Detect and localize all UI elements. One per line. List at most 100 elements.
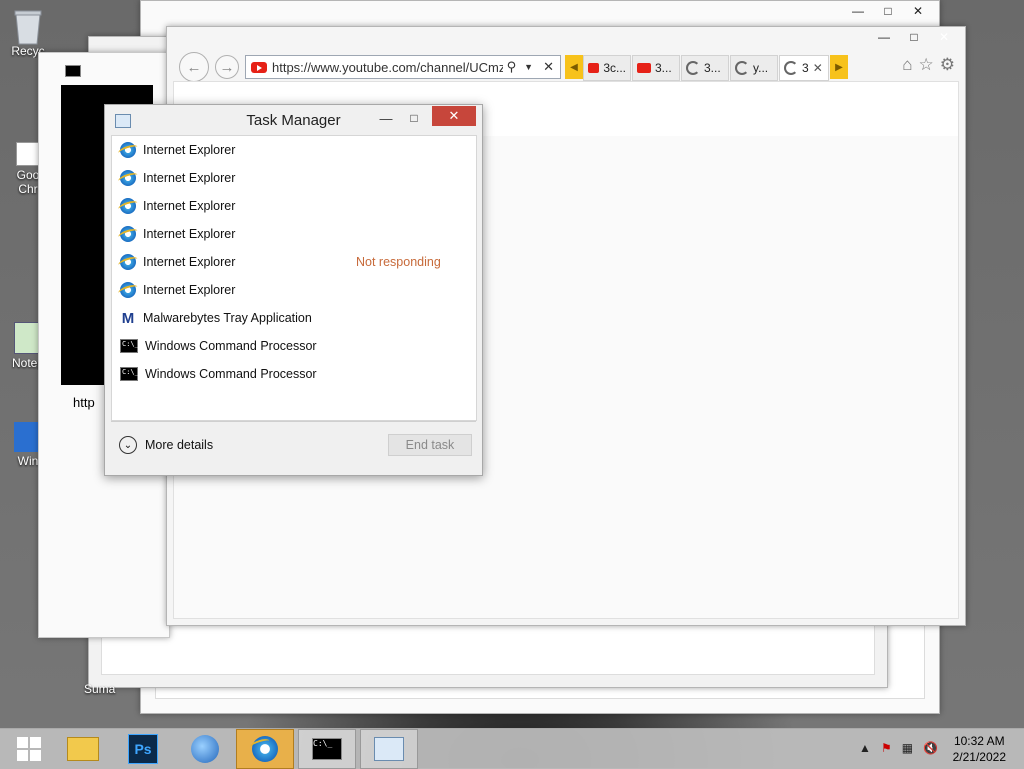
tab-active[interactable]: 3 ✕: [779, 55, 829, 81]
maximize-button[interactable]: □: [402, 108, 426, 128]
network-icon[interactable]: ▦: [902, 741, 913, 755]
process-name: Internet Explorer: [143, 255, 236, 269]
back-button[interactable]: ←: [179, 52, 209, 82]
minimize-button[interactable]: —: [374, 108, 398, 128]
youtube-icon: [251, 61, 267, 73]
favorites-icon[interactable]: ☆: [919, 55, 934, 75]
ie-icon: [120, 142, 136, 158]
back-arrow-icon: ←: [186, 58, 202, 76]
chevron-down-icon: ⌄: [119, 436, 137, 454]
process-name: Internet Explorer: [143, 199, 236, 213]
volume-muted-icon[interactable]: 🔇: [923, 741, 938, 755]
process-row[interactable]: Internet Explorer: [112, 276, 474, 304]
notepad-icon: [14, 322, 40, 354]
toolbar-icons: ⌂ ☆ ⚙: [902, 55, 955, 75]
process-row[interactable]: Windows Command Processor: [112, 332, 474, 360]
window-controls: — □ ✕: [869, 27, 959, 47]
console-text-fragment: http: [73, 395, 95, 410]
cmd-icon: C:\_: [312, 738, 342, 760]
mail-client-icon: [191, 735, 219, 763]
desktop-icon-recycle-bin[interactable]: Recyc: [0, 6, 58, 58]
process-name: Internet Explorer: [143, 283, 236, 297]
process-name: Internet Explorer: [143, 227, 236, 241]
cmd-icon: [120, 367, 139, 381]
ie-icon: [120, 226, 136, 242]
taskbar-internet-explorer[interactable]: [236, 729, 294, 769]
tab[interactable]: y...: [730, 55, 778, 81]
taskbar: Ps C:\_ ▲ ⚑ ▦ 🔇 10:32 AM 2/21/2022: [0, 728, 1024, 769]
end-task-button[interactable]: End task: [388, 434, 472, 456]
start-button[interactable]: [0, 729, 58, 769]
more-details-button[interactable]: ⌄ More details: [119, 436, 213, 454]
taskbar-clock[interactable]: 10:32 AM 2/21/2022: [953, 733, 1006, 765]
stop-icon[interactable]: ✕: [543, 59, 554, 75]
app-icon: [14, 422, 38, 452]
youtube-icon: [588, 63, 600, 73]
youtube-icon: [637, 63, 651, 73]
search-icon[interactable]: ⚲: [507, 59, 517, 75]
window-controls: — □ ✕: [843, 1, 933, 21]
close-button[interactable]: ✕: [929, 27, 959, 47]
tab[interactable]: 3...: [632, 55, 680, 81]
tab-label: 3c...: [603, 61, 626, 75]
taskbar-thunderbird[interactable]: [176, 729, 234, 769]
close-button[interactable]: ✕: [432, 106, 476, 126]
process-row[interactable]: Internet Explorer: [112, 220, 474, 248]
tab-label: 3: [802, 61, 809, 75]
title-bar[interactable]: Task Manager — □ ✕: [105, 105, 482, 135]
minimize-button[interactable]: —: [869, 27, 899, 47]
process-list[interactable]: Internet Explorer Internet Explorer Inte…: [111, 135, 477, 421]
shortcut-icon: [16, 142, 40, 166]
tab[interactable]: 3...: [681, 55, 729, 81]
address-text[interactable]: https://www.youtube.com/channel/UCmzAl: [272, 60, 503, 75]
folder-icon: [67, 737, 99, 761]
home-icon[interactable]: ⌂: [902, 55, 912, 75]
show-hidden-icons-icon[interactable]: ▲: [859, 741, 871, 755]
task-manager-window[interactable]: Task Manager — □ ✕ Internet Explorer Int…: [104, 104, 483, 476]
photoshop-icon: Ps: [128, 734, 158, 764]
process-row[interactable]: Internet Explorer Not responding: [112, 248, 474, 276]
ie-icon: [120, 282, 136, 298]
address-bar[interactable]: https://www.youtube.com/channel/UCmzAl ⚲…: [245, 55, 561, 79]
settings-gear-icon[interactable]: ⚙: [940, 55, 955, 75]
tab-scroll-left-button[interactable]: ◀: [565, 55, 583, 79]
process-status-not-responding: Not responding: [356, 255, 441, 269]
loading-icon: [784, 61, 798, 75]
minimize-button[interactable]: —: [843, 1, 873, 21]
maximize-button[interactable]: □: [899, 27, 929, 47]
maximize-button[interactable]: □: [873, 1, 903, 21]
taskbar-command-prompt[interactable]: C:\_: [298, 729, 356, 769]
clock-date: 2/21/2022: [952, 750, 1006, 764]
process-row[interactable]: Internet Explorer: [112, 164, 474, 192]
loading-icon: [686, 61, 700, 75]
tab[interactable]: 3c...: [583, 55, 631, 81]
dropdown-icon[interactable]: ▼: [524, 62, 533, 72]
process-row[interactable]: Internet Explorer: [112, 136, 474, 164]
process-row[interactable]: Internet Explorer: [112, 192, 474, 220]
taskbar-file-explorer[interactable]: [54, 729, 112, 769]
close-icon: ✕: [448, 108, 460, 123]
taskbar-task-manager[interactable]: [360, 729, 418, 769]
tab-label: 3...: [704, 61, 721, 75]
tab-label: 3...: [655, 61, 672, 75]
desktop-icon-label-fragment: Suma: [84, 682, 116, 696]
close-tab-icon[interactable]: ✕: [813, 61, 823, 75]
windows-logo-icon: [17, 737, 41, 761]
tab-strip: ◀ 3c... 3... 3... y... 3 ✕ ▶: [565, 55, 848, 81]
ie-icon: [252, 736, 278, 762]
action-center-icon[interactable]: ⚑: [881, 741, 892, 755]
process-name: Malwarebytes Tray Application: [143, 311, 312, 325]
process-name: Internet Explorer: [143, 143, 236, 157]
process-row[interactable]: Windows Command Processor: [112, 360, 474, 388]
system-tray: ▲ ⚑ ▦ 🔇: [859, 741, 938, 755]
taskbar-photoshop[interactable]: Ps: [114, 729, 172, 769]
tab-scroll-right-button[interactable]: ▶: [830, 55, 848, 79]
forward-arrow-icon: →: [219, 58, 235, 76]
process-name: Windows Command Processor: [145, 339, 317, 353]
cmd-icon: [65, 65, 81, 77]
close-button[interactable]: ✕: [903, 1, 933, 21]
process-name: Windows Command Processor: [145, 367, 317, 381]
process-row[interactable]: M Malwarebytes Tray Application: [112, 304, 474, 332]
recycle-bin-icon: [10, 6, 46, 45]
forward-button[interactable]: →: [215, 55, 239, 79]
